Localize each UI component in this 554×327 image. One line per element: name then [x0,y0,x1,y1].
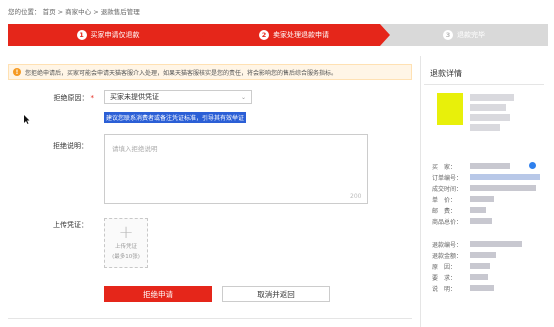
blurred-text [470,124,500,131]
breadcrumb: 您的位置： 首页 > 商家中心 > 退款售后管理 [8,8,140,16]
product-thumbnail[interactable] [437,93,463,125]
detail-value [470,263,490,269]
detail-key-request: 要 求： [432,275,457,282]
upload-text: 上传凭证 [114,244,137,250]
step-3: 3 退款完毕 [380,24,548,46]
warning-text: 您拒绝申请后，买家可能会申请天猫客服介入处理，如果天猫客服核实是您的责任，将会影… [25,69,338,77]
step-1-label: 买家申请仅退款 [90,31,140,39]
detail-key-buyer: 买 家： [432,164,457,171]
step-1: 1 买家申请仅退款 [8,24,208,46]
detail-value [470,163,510,169]
step-3-number: 3 [443,30,453,40]
required-mark: * [90,94,95,102]
detail-key-reason: 原 因： [432,264,457,271]
detail-value [470,252,496,258]
blurred-text [470,114,510,121]
warning-banner: ! 您拒绝申请后，买家可能会申请天猫客服介入处理，如果天猫客服核实是您的责任，将… [8,64,412,80]
detail-key-shipping: 邮 费： [432,208,457,215]
blurred-text [470,94,514,101]
cancel-button[interactable]: 取消并返回 [222,286,330,302]
reject-button[interactable]: 拒绝申请 [104,286,212,302]
detail-value [470,218,492,224]
upload-limit: (最多10张) [112,254,140,260]
detail-key-refund-amount: 退款金额： [432,253,463,260]
step-2: 2 卖家处理退款申请 [194,24,394,46]
reason-hint: 建议您联系消费者或备注凭证标准，引导其有效举证 [104,112,247,123]
detail-value [470,241,522,247]
detail-value [470,285,494,291]
detail-key-order: 订单编号： [432,175,463,182]
step-2-label: 卖家处理退款申请 [273,31,329,39]
reason-label-text: 拒绝原因： [53,94,89,102]
detail-key-price: 单 价： [432,197,457,204]
progress-steps: 1 买家申请仅退款 2 卖家处理退款申请 3 退款完毕 [8,24,548,46]
detail-key-note: 说 明： [432,286,457,293]
detail-divider [424,84,544,85]
chevron-down-icon: ⌄ [240,93,246,101]
detail-key-time: 成交时间： [432,186,463,193]
detail-key-total: 商品总价： [432,219,463,226]
detail-value[interactable] [470,174,540,180]
divider [8,318,412,319]
mouse-cursor-icon [24,115,30,124]
upload-button[interactable]: + 上传凭证 (最多10张) [104,218,148,268]
step-3-label: 退款完毕 [457,31,485,39]
desc-char-count: 200 [350,193,362,200]
reason-select[interactable]: 买家未提供凭证 ⌄ [104,90,252,104]
chat-icon[interactable] [529,162,536,169]
detail-value [470,185,536,191]
reason-select-value: 买家未提供凭证 [110,93,159,101]
detail-value [470,274,488,280]
upload-label: 上传凭证： [53,221,88,229]
detail-key-refund-no: 退款编号： [432,242,463,249]
detail-title: 退款详情 [430,69,462,78]
warning-icon: ! [13,68,21,76]
reason-label: 拒绝原因： * [34,93,95,103]
detail-value [470,207,486,213]
desc-placeholder: 请填入拒绝说明 [112,145,158,153]
desc-label: 拒绝说明： [53,142,88,150]
plus-icon: + [118,222,134,243]
detail-value [470,196,494,202]
step-2-number: 2 [259,30,269,40]
step-1-number: 1 [76,30,87,40]
blurred-text [470,104,506,111]
